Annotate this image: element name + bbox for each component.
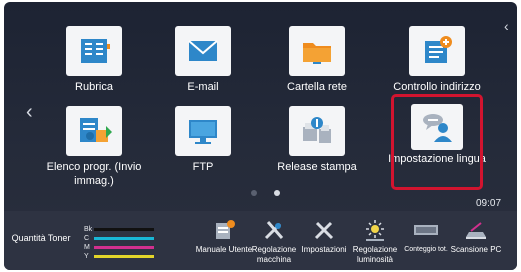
toner-key: Bk	[84, 226, 93, 233]
bottom-bar: Quantità Toner Bk C M Y Manuale Utente R…	[4, 211, 517, 270]
toner-label: Quantità Toner	[11, 233, 71, 243]
pc-scan-icon	[463, 217, 489, 243]
toner-bar-magenta	[94, 246, 154, 249]
toner-row-m: M	[84, 243, 156, 252]
program-list-icon	[66, 106, 122, 156]
tile-label: E-mail	[187, 81, 219, 93]
brightness-icon	[362, 217, 388, 243]
clock: 09:07	[476, 198, 502, 209]
tile-email[interactable]: E-mail	[148, 20, 258, 104]
selection-highlight	[391, 94, 483, 190]
toner-bar-cyan	[94, 237, 154, 240]
chevron-left-small-icon[interactable]: ‹	[504, 16, 509, 36]
ftp-monitor-icon	[175, 106, 231, 156]
tile-ftp[interactable]: FTP	[148, 100, 258, 184]
address-check-icon	[409, 26, 465, 76]
tile-label: Cartella rete	[287, 81, 347, 93]
tile-release-stampa[interactable]: Release stampa	[262, 100, 372, 184]
tile-controllo-indirizzo[interactable]: Controllo indirizzo	[382, 20, 492, 104]
toner-key: C	[84, 235, 90, 242]
page-dot-1[interactable]	[251, 190, 257, 196]
address-book-icon	[66, 26, 122, 76]
page-dot-2[interactable]	[274, 190, 280, 196]
toner-row-y: Y	[84, 252, 156, 261]
toner-bar-yellow	[94, 255, 154, 258]
tile-elenco-progr[interactable]: Elenco progr. (Invio immag.)	[39, 100, 149, 187]
toner-bar-black	[94, 228, 154, 231]
chevron-left-icon[interactable]: ‹	[26, 102, 33, 122]
tile-label: Elenco progr. (Invio immag.)	[46, 161, 142, 187]
counter-icon	[413, 217, 439, 243]
toner-row-c: C	[84, 234, 156, 243]
tile-cartella-rete[interactable]: Cartella rete	[262, 20, 372, 104]
toner-row-bk: Bk	[84, 225, 156, 234]
envelope-icon	[175, 26, 231, 76]
shortcut-label: Scansione PC	[450, 245, 502, 254]
tile-label: Controllo indirizzo	[393, 81, 481, 93]
toner-key: Y	[84, 253, 89, 260]
shortcut-scansione-pc[interactable]: Scansione PC	[444, 211, 508, 270]
folder-icon	[289, 26, 345, 76]
toner-key: M	[84, 244, 90, 251]
print-release-icon	[289, 106, 345, 156]
home-screen: Rubrica E-mail Cartella rete Controllo i…	[4, 2, 517, 270]
machine-adjust-icon	[261, 217, 287, 243]
settings-tools-icon	[311, 217, 337, 243]
manual-icon	[211, 217, 237, 243]
tile-label: Release stampa	[277, 161, 357, 173]
tile-rubrica[interactable]: Rubrica	[39, 20, 149, 104]
tile-label: Rubrica	[75, 81, 113, 93]
tile-label: FTP	[192, 161, 214, 173]
